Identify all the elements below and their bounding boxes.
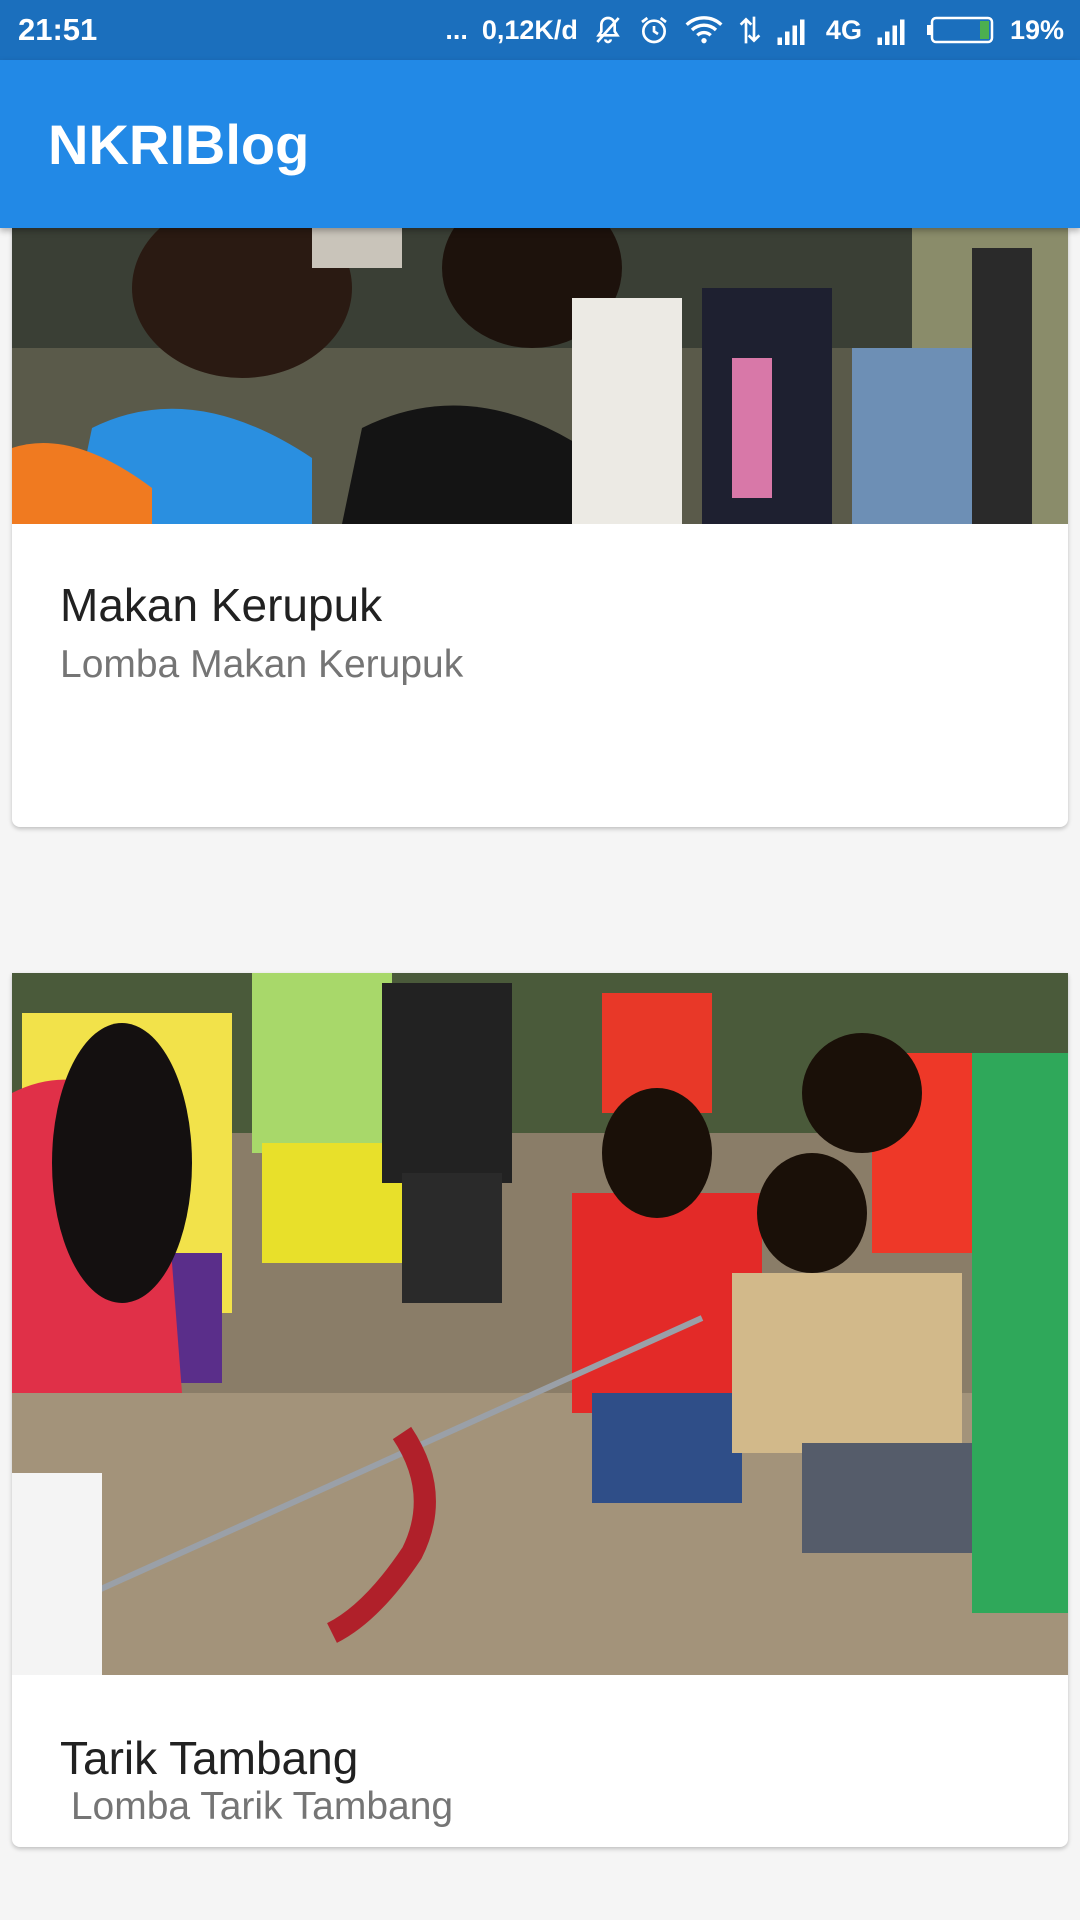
alarm-icon <box>638 14 670 46</box>
post-card[interactable]: Makan Kerupuk Lomba Makan Kerupuk <box>12 228 1068 827</box>
network-type: 4G <box>825 14 862 45</box>
app-title: NKRIBlog <box>48 113 310 176</box>
card-title: Tarik Tambang <box>60 1732 359 1784</box>
card-image <box>12 228 1068 524</box>
card-subtitle: Lomba Makan Kerupuk <box>60 643 464 686</box>
signal-icon <box>776 15 812 45</box>
battery-percent: 19% <box>1009 14 1064 45</box>
card-subtitle: Lomba Tarik Tambang <box>60 1785 454 1828</box>
post-card[interactable]: Tarik Tambang Lomba Tarik Tambang <box>12 973 1068 1847</box>
status-bar: 21:51 ... 0,12K/d 4G 19% <box>0 0 1080 60</box>
status-time: 21:51 <box>18 12 98 47</box>
post-list[interactable]: Makan Kerupuk Lomba Makan Kerupuk Tarik … <box>0 228 1080 1920</box>
app-bar: NKRIBlog <box>0 60 1080 228</box>
card-image <box>12 973 1068 1675</box>
notifications-off-icon <box>592 14 624 46</box>
wifi-icon <box>684 14 724 46</box>
status-icons: ... 0,12K/d 4G 19% <box>445 14 1064 46</box>
card-title: Makan Kerupuk <box>60 579 383 631</box>
data-transfer-icon <box>738 14 762 46</box>
signal-icon <box>876 15 912 45</box>
network-speed: 0,12K/d <box>481 14 578 45</box>
battery-icon <box>926 15 996 45</box>
more-notifications-indicator: ... <box>445 14 468 45</box>
